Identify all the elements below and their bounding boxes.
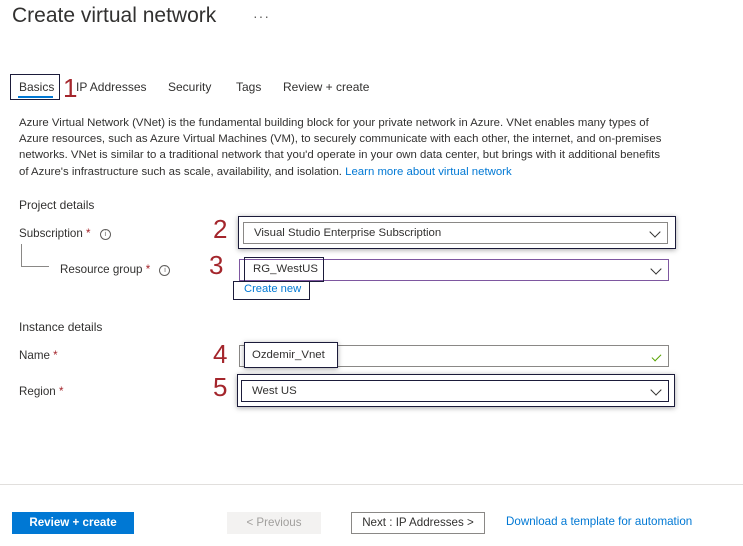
required-mark: *	[145, 263, 151, 276]
chevron-down-icon	[650, 384, 662, 396]
chevron-down-icon	[650, 263, 662, 275]
footer-divider	[0, 484, 743, 485]
name-label-text: Name	[19, 349, 50, 362]
description-text: Azure Virtual Network (VNet) is the fund…	[19, 117, 662, 178]
instance-details-heading: Instance details	[19, 320, 103, 334]
next-button[interactable]: Next : IP Addresses >	[351, 512, 485, 534]
download-template-link[interactable]: Download a template for automation	[506, 515, 692, 528]
resource-group-label-text: Resource group	[60, 263, 143, 276]
tab-review-create[interactable]: Review + create	[283, 80, 369, 94]
subscription-label: Subscription * i	[19, 227, 111, 240]
annotation-number-5: 5	[213, 372, 228, 402]
region-value: West US	[252, 385, 297, 397]
region-dropdown[interactable]: West US	[241, 380, 669, 402]
required-mark: *	[58, 385, 64, 398]
project-details-heading: Project details	[19, 198, 95, 212]
tab-tags[interactable]: Tags	[236, 80, 261, 94]
previous-button[interactable]: < Previous	[227, 512, 321, 534]
required-mark: *	[53, 349, 58, 362]
annotation-number-2: 2	[213, 214, 228, 244]
name-highlight: Ozdemir_Vnet	[244, 342, 338, 368]
checkmark-icon	[651, 351, 662, 362]
resource-group-label: Resource group * i	[60, 263, 171, 276]
region-label-text: Region	[19, 385, 56, 398]
subscription-value: Visual Studio Enterprise Subscription	[254, 227, 442, 239]
tree-connector-horizontal	[21, 266, 49, 267]
required-mark: *	[86, 227, 91, 240]
tree-connector-vertical	[21, 244, 22, 266]
subscription-label-text: Subscription	[19, 227, 83, 240]
create-new-link[interactable]: Create new	[244, 283, 301, 295]
tab-ip-addresses[interactable]: IP Addresses	[76, 80, 147, 94]
review-create-button[interactable]: Review + create	[12, 512, 134, 534]
name-label: Name *	[19, 349, 58, 362]
resource-group-value: RG_WestUS	[253, 263, 318, 275]
name-value: Ozdemir_Vnet	[252, 349, 325, 361]
page-title: Create virtual network	[12, 4, 217, 27]
resource-group-highlight: RG_WestUS	[244, 257, 324, 282]
tab-basics-underline	[18, 96, 53, 98]
description: Azure Virtual Network (VNet) is the fund…	[19, 115, 664, 180]
annotation-number-4: 4	[213, 339, 228, 369]
learn-more-link[interactable]: Learn more about virtual network	[345, 166, 512, 178]
info-icon[interactable]: i	[99, 229, 111, 240]
tab-security[interactable]: Security	[168, 80, 211, 94]
region-label: Region *	[19, 385, 64, 398]
subscription-dropdown[interactable]: Visual Studio Enterprise Subscription	[243, 222, 668, 244]
more-icon[interactable]: ···	[253, 8, 270, 24]
tab-basics[interactable]: Basics	[19, 80, 54, 94]
annotation-number-3: 3	[209, 250, 224, 280]
info-icon[interactable]: i	[159, 265, 171, 276]
chevron-down-icon	[649, 226, 661, 238]
